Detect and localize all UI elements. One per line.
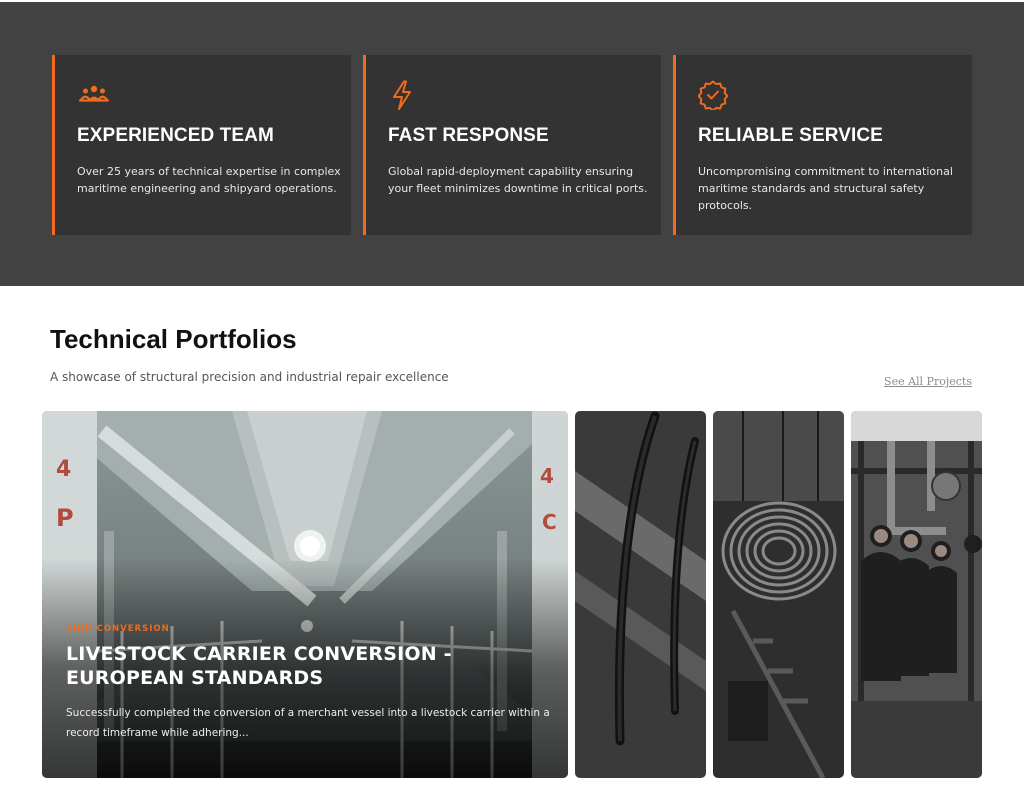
feature-card-reliable-service: RELIABLE SERVICE Uncompromising commitme… <box>673 55 972 235</box>
portfolio-subtitle: A showcase of structural precision and i… <box>50 370 449 384</box>
feature-description: Uncompromising commitment to internation… <box>698 165 953 212</box>
steel-rods-image <box>575 411 706 778</box>
lightning-icon <box>388 80 422 110</box>
project-category: SHIP CONVERSION <box>66 624 170 634</box>
project-title[interactable]: LIVESTOCK CARRIER CONVERSION - EUROPEAN … <box>66 642 486 690</box>
features-section: EXPERIENCED TEAM Over 25 years of techni… <box>0 2 1024 286</box>
see-all-projects-link[interactable]: See All Projects <box>884 375 972 388</box>
feature-card-experienced-team: EXPERIENCED TEAM Over 25 years of techni… <box>52 55 351 235</box>
team-icon <box>77 80 111 110</box>
featured-project-card[interactable]: 4 P 4 C SHIP CONVERSION <box>42 411 568 778</box>
feature-title: EXPERIENCED TEAM <box>77 125 274 146</box>
portfolio-title: Technical Portfolios <box>50 324 297 354</box>
verified-badge-icon <box>698 80 732 110</box>
feature-card-fast-response: FAST RESPONSE Global rapid-deployment ca… <box>363 55 661 235</box>
feature-title: RELIABLE SERVICE <box>698 125 883 146</box>
feature-title: FAST RESPONSE <box>388 125 549 146</box>
pipe-coil-image <box>713 411 844 778</box>
engine-room-crew-image <box>851 411 982 778</box>
project-description: Successfully completed the conversion of… <box>66 707 550 739</box>
project-thumbnail-coil[interactable] <box>713 411 844 778</box>
feature-description: Global rapid-deployment capability ensur… <box>388 165 648 195</box>
project-thumbnail-rods[interactable] <box>575 411 706 778</box>
feature-description: Over 25 years of technical expertise in … <box>77 165 341 195</box>
project-thumbnail-crew[interactable] <box>851 411 982 778</box>
